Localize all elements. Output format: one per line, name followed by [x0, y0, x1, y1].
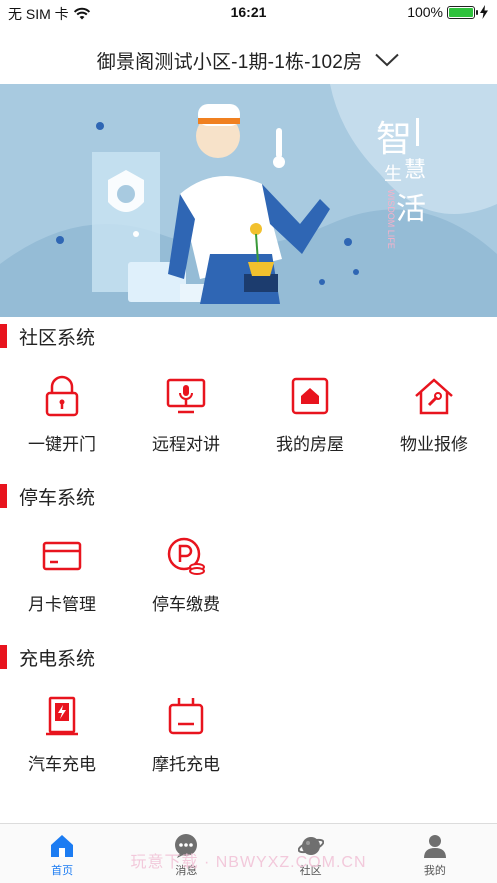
community-icon	[297, 837, 324, 855]
lock-icon	[40, 374, 84, 418]
status-bar: 无 SIM 卡 16:21 100%	[0, 0, 497, 26]
grid-label: 月卡管理	[28, 595, 96, 614]
card-icon	[40, 534, 84, 578]
charging-bolt-icon	[480, 5, 488, 19]
repair-house-icon	[412, 374, 456, 418]
banner-char-hui: 慧	[404, 157, 427, 182]
motorcycle-charging-button[interactable]: 摩托充电	[131, 694, 241, 775]
tab-messages[interactable]: 消息	[124, 824, 248, 883]
monthly-card-button[interactable]: 月卡管理	[7, 534, 117, 615]
banner-bar	[416, 118, 419, 146]
tab-label: 我的	[423, 865, 446, 877]
chevron-down-icon	[374, 47, 400, 73]
section-title: 社区系统	[19, 327, 96, 349]
section-title: 充电系统	[19, 648, 96, 670]
battery-percent: 100%	[407, 4, 443, 20]
section-marker	[0, 645, 7, 669]
battery-fill	[449, 7, 473, 17]
remote-intercom-button[interactable]: 远程对讲	[131, 374, 241, 455]
tab-label: 社区	[299, 865, 322, 877]
message-icon	[175, 834, 198, 858]
grid-label: 摩托充电	[152, 755, 220, 774]
my-house-button[interactable]: 我的房屋	[255, 374, 365, 455]
section-charging: 充电系统	[0, 643, 95, 671]
section-community: 社区系统	[0, 322, 95, 350]
grid-label: 一键开门	[28, 435, 96, 454]
grid-label: 停车缴费	[152, 595, 220, 614]
tab-community[interactable]: 社区	[249, 824, 373, 883]
community-title: 御景阁测试小区-1期-1栋-102房	[96, 51, 363, 73]
section-title: 停车系统	[19, 487, 96, 509]
battery-icon	[447, 5, 478, 19]
section-parking: 停车系统	[0, 482, 95, 510]
tab-mine[interactable]: 我的	[373, 824, 497, 883]
user-icon	[423, 835, 446, 858]
tab-label: 消息	[175, 865, 198, 877]
one-click-open-button[interactable]: 一键开门	[7, 374, 117, 455]
tab-home[interactable]: 首页	[0, 824, 124, 883]
grid-label: 我的房屋	[276, 435, 344, 454]
banner-char-huo: 活	[396, 192, 426, 227]
tab-bar: 首页 消息 社区 我的	[0, 823, 497, 883]
section-marker	[0, 484, 7, 508]
tab-label: 首页	[51, 865, 74, 877]
intercom-monitor-icon	[164, 374, 208, 418]
home-icon	[51, 835, 74, 857]
grid-label: 汽车充电	[28, 755, 96, 774]
parking-payment-button[interactable]: 停车缴费	[131, 534, 241, 615]
status-right: 100%	[407, 4, 489, 20]
banner-english-text: WISDOM LIFE	[386, 189, 396, 249]
house-icon	[288, 374, 332, 418]
smart-life-banner[interactable]: 智 生 慧 活 WISDOM LIFE	[0, 84, 497, 317]
charging-pile-icon	[40, 694, 84, 738]
car-charging-button[interactable]: 汽车充电	[7, 694, 117, 775]
grid-label: 远程对讲	[152, 435, 220, 454]
charger-socket-icon	[164, 694, 208, 738]
property-repair-button[interactable]: 物业报修	[379, 374, 489, 455]
grid-label: 物业报修	[400, 435, 468, 454]
section-marker	[0, 324, 7, 348]
parking-coin-icon	[164, 534, 208, 578]
community-selector[interactable]: 御景阁测试小区-1期-1栋-102房	[0, 40, 497, 80]
